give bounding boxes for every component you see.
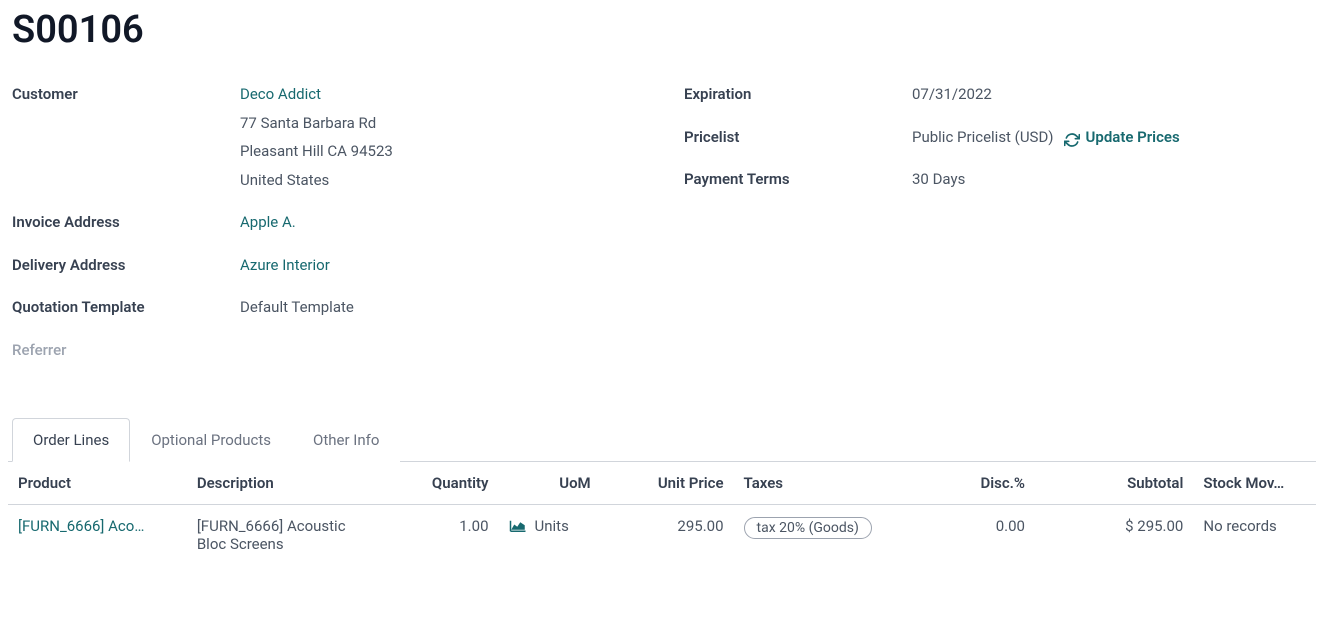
info-grid: Customer Deco Addict 77 Santa Barbara Rd… (8, 80, 1316, 378)
tax-badge[interactable]: tax 20% (Goods) (744, 517, 872, 539)
customer-label: Customer (12, 80, 240, 109)
cell-subtotal: $ 295.00 (1035, 505, 1193, 566)
cell-quantity[interactable]: 1.00 (366, 505, 499, 566)
th-quantity[interactable]: Quantity (366, 462, 499, 505)
payment-terms-value[interactable]: 30 Days (912, 165, 965, 194)
table-row[interactable]: [FURN_6666] Aco… [FURN_6666] Acoustic Bl… (8, 505, 1316, 566)
customer-name-link[interactable]: Deco Addict (240, 80, 393, 109)
refresh-icon (1064, 129, 1080, 145)
quotation-template-label: Quotation Template (12, 293, 240, 322)
delivery-address-label: Delivery Address (12, 251, 240, 280)
update-prices-label: Update Prices (1086, 123, 1180, 152)
tabs: Order Lines Optional Products Other Info (8, 418, 1316, 462)
cell-description[interactable]: [FURN_6666] Acoustic Bloc Screens (187, 505, 366, 566)
order-lines-table: Product Description Quantity UoM Unit Pr… (8, 462, 1316, 566)
tab-order-lines[interactable]: Order Lines (12, 418, 130, 462)
customer-address-line3: United States (240, 166, 393, 195)
invoice-address-label: Invoice Address (12, 208, 240, 237)
order-lines-table-wrapper: Product Description Quantity UoM Unit Pr… (8, 462, 1316, 566)
delivery-address-link[interactable]: Azure Interior (240, 251, 330, 280)
cell-uom[interactable]: Units (535, 517, 569, 535)
update-prices-button[interactable]: Update Prices (1064, 123, 1180, 152)
pricelist-value[interactable]: Public Pricelist (USD) (912, 123, 1054, 152)
expiration-label: Expiration (684, 80, 912, 109)
th-subtotal[interactable]: Subtotal (1035, 462, 1193, 505)
invoice-address-link[interactable]: Apple A. (240, 208, 296, 237)
th-unit-price[interactable]: Unit Price (601, 462, 734, 505)
forecast-chart-icon[interactable] (509, 519, 527, 533)
customer-value-block: Deco Addict 77 Santa Barbara Rd Pleasant… (240, 80, 393, 194)
payment-terms-label: Payment Terms (684, 165, 912, 194)
th-disc[interactable]: Disc.% (912, 462, 1035, 505)
cell-disc[interactable]: 0.00 (912, 505, 1035, 566)
th-stock-moves[interactable]: Stock Mov… (1193, 462, 1316, 505)
product-link[interactable]: [FURN_6666] Aco… (18, 517, 177, 535)
page-title: S00106 (8, 8, 1316, 52)
pricelist-label: Pricelist (684, 123, 912, 152)
customer-address-line2: Pleasant Hill CA 94523 (240, 137, 393, 166)
info-col-right: Expiration 07/31/2022 Pricelist Public P… (684, 80, 1316, 378)
cell-unit-price[interactable]: 295.00 (601, 505, 734, 566)
info-col-left: Customer Deco Addict 77 Santa Barbara Rd… (12, 80, 644, 378)
cell-stock-moves: No records (1193, 505, 1316, 566)
tab-optional-products[interactable]: Optional Products (130, 418, 292, 462)
th-uom[interactable]: UoM (499, 462, 601, 505)
customer-address-line1: 77 Santa Barbara Rd (240, 109, 393, 138)
tab-other-info[interactable]: Other Info (292, 418, 400, 462)
th-description[interactable]: Description (187, 462, 366, 505)
expiration-value[interactable]: 07/31/2022 (912, 80, 992, 109)
referrer-label: Referrer (12, 336, 240, 365)
quotation-template-value[interactable]: Default Template (240, 293, 354, 322)
th-product[interactable]: Product (8, 462, 187, 505)
th-taxes[interactable]: Taxes (734, 462, 913, 505)
